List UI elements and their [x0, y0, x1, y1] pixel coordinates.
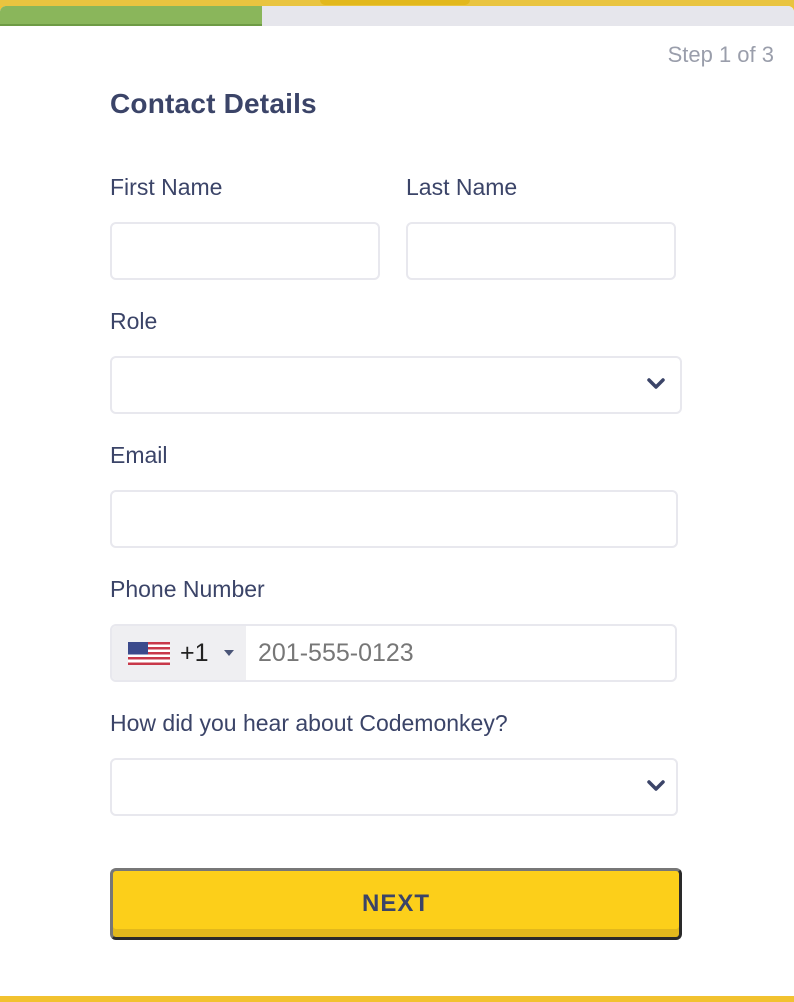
country-code-dropdown[interactable]: +1 — [112, 626, 246, 680]
caret-down-icon — [224, 650, 234, 656]
us-flag-icon — [128, 642, 170, 665]
referral-label: How did you hear about Codemonkey? — [110, 710, 508, 736]
chevron-down-icon — [647, 378, 665, 389]
phone-input[interactable] — [246, 626, 675, 680]
role-label: Role — [110, 308, 158, 334]
email-input[interactable] — [110, 490, 678, 548]
next-button[interactable]: NEXT — [110, 868, 682, 940]
top-tab — [320, 0, 470, 5]
last-name-label: Last Name — [406, 174, 518, 200]
step-indicator: Step 1 of 3 — [667, 42, 774, 67]
first-name-label: First Name — [110, 174, 223, 200]
progress-fill — [0, 6, 263, 26]
progress-bar — [0, 6, 794, 26]
last-name-input[interactable] — [406, 222, 676, 280]
chevron-down-icon — [647, 780, 665, 791]
phone-field: +1 — [110, 624, 677, 682]
page-title: Contact Details — [110, 88, 317, 119]
role-select[interactable] — [110, 356, 682, 414]
email-label: Email — [110, 442, 168, 468]
first-name-input[interactable] — [110, 222, 380, 280]
country-code: +1 — [180, 639, 209, 667]
phone-label: Phone Number — [110, 576, 265, 602]
form-card: Step 1 of 3 Contact Details First Name L… — [0, 6, 794, 996]
referral-select[interactable] — [110, 758, 678, 816]
